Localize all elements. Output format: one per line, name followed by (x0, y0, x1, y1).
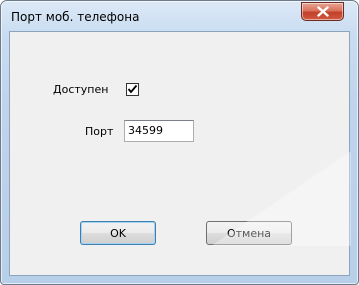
available-label: Доступен (53, 83, 109, 96)
port-label: Порт (85, 125, 114, 138)
window-title: Порт моб. телефона (11, 10, 140, 24)
port-input[interactable]: 34599 (124, 120, 194, 142)
title-bar[interactable]: Порт моб. телефона (1, 1, 358, 31)
ok-button[interactable]: OK (80, 221, 156, 245)
available-checkbox[interactable] (126, 83, 139, 96)
checkmark-icon (127, 84, 138, 94)
dialog-window: Порт моб. телефона Доступен Порт 34599 O… (0, 0, 359, 285)
close-button[interactable] (301, 2, 344, 21)
background-decoration (211, 151, 351, 246)
close-x-icon (316, 6, 329, 17)
